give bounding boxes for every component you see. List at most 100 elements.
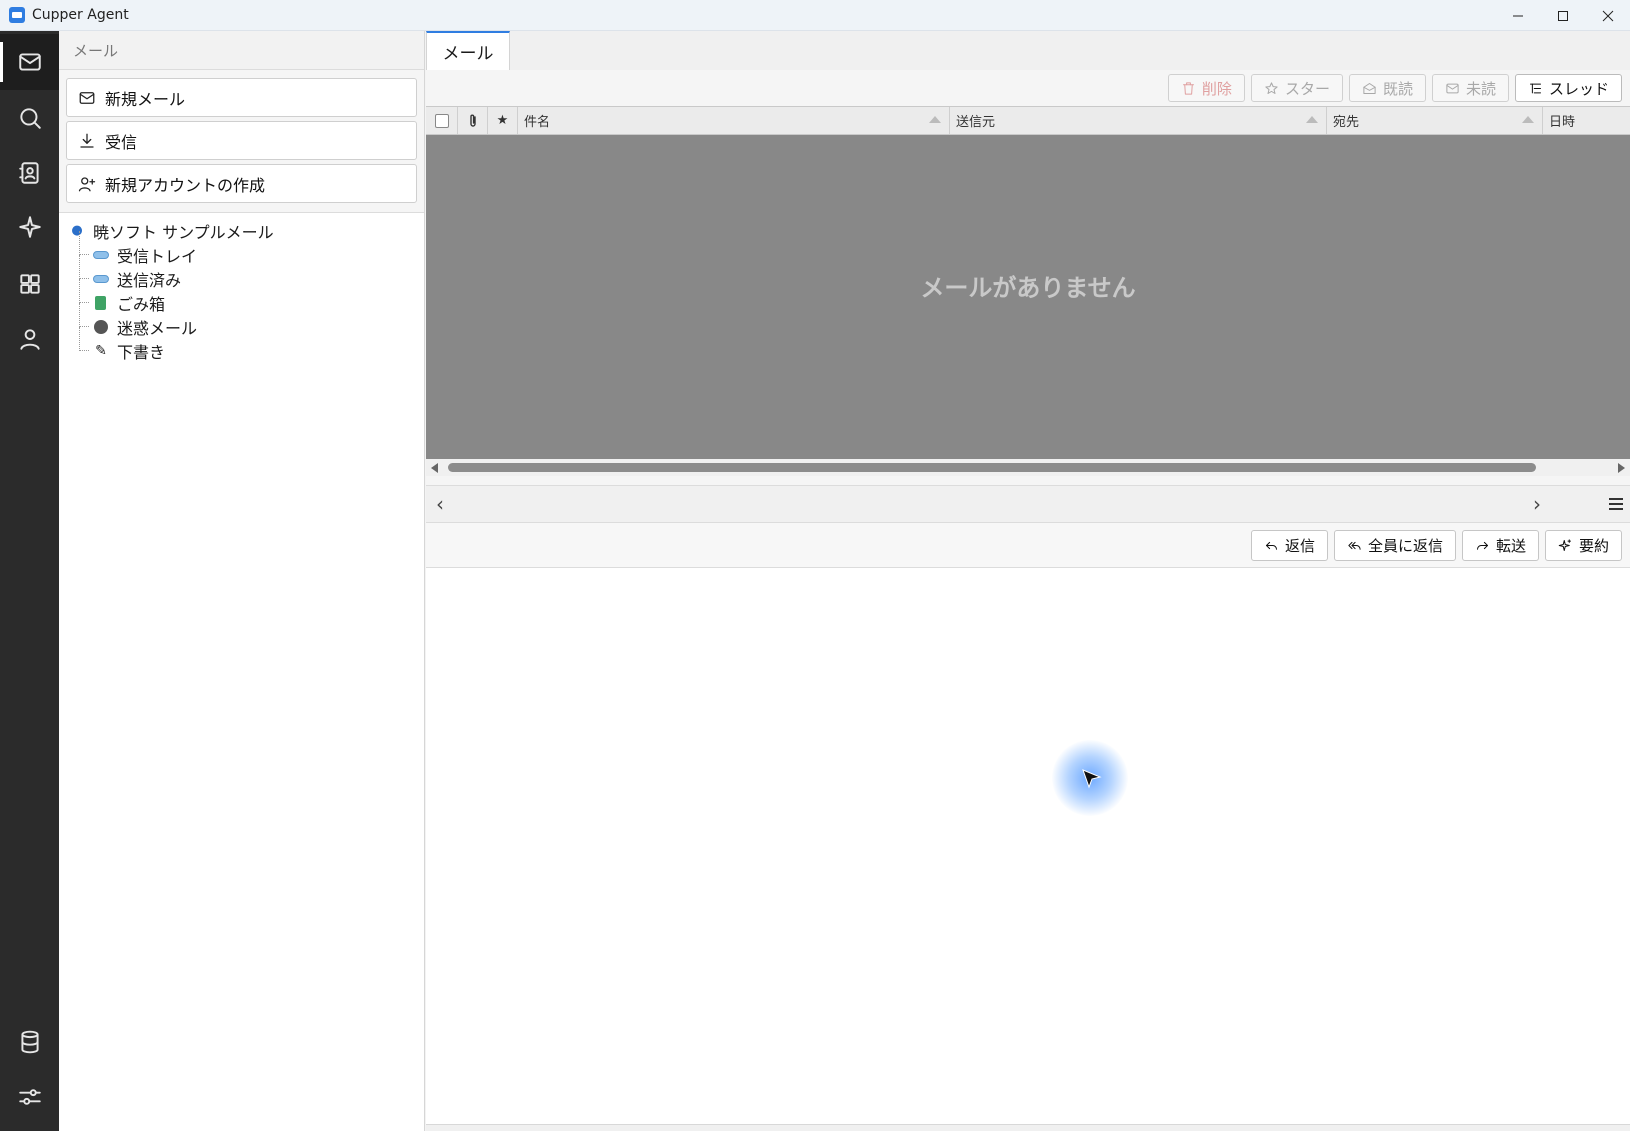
delete-button[interactable]: 削除 <box>1167 74 1245 102</box>
mouse-cursor-icon <box>1082 769 1102 789</box>
folder-inbox[interactable]: 受信トレイ <box>79 231 424 267</box>
folder-label: 送信済み <box>117 271 182 290</box>
folder-trash[interactable]: ごみ箱 <box>79 279 424 315</box>
envelope-icon <box>1446 83 1459 93</box>
contacts-icon <box>18 162 39 184</box>
reply-label: 返信 <box>1284 537 1315 555</box>
sidebar-header: メール <box>59 31 424 70</box>
star-column-icon: ★ <box>496 113 509 128</box>
mail-icon <box>79 91 95 104</box>
search-icon <box>19 108 41 129</box>
column-label: 日時 <box>1549 115 1576 130</box>
sparkle-icon <box>18 216 41 238</box>
thread-icon <box>1529 83 1541 93</box>
maximize-button[interactable] <box>1540 0 1585 31</box>
rail-apps-button[interactable] <box>0 256 59 312</box>
next-message-button[interactable]: › <box>1533 492 1541 516</box>
summarize-button[interactable]: 要約 <box>1544 530 1622 561</box>
new-mail-label: 新規メール <box>105 89 186 109</box>
trash-icon <box>1182 81 1194 95</box>
close-button[interactable] <box>1585 0 1630 31</box>
mark-read-label: 既読 <box>1382 79 1413 98</box>
select-all-column <box>426 107 458 134</box>
horizontal-scrollbar[interactable] <box>426 459 1630 476</box>
folder-label: ごみ箱 <box>117 295 166 314</box>
scrollbar-thumb[interactable] <box>448 463 1536 472</box>
app-logo-icon <box>9 7 25 23</box>
mark-unread-label: 未読 <box>1465 79 1496 98</box>
sort-arrow-icon <box>1522 116 1534 123</box>
column-label: 件名 <box>524 115 551 130</box>
star-button[interactable]: スター <box>1250 74 1343 102</box>
spam-icon <box>94 320 108 334</box>
folder-label: 迷惑メール <box>117 319 198 338</box>
sent-icon <box>93 275 109 283</box>
maximize-icon <box>1557 10 1568 21</box>
scroll-right-icon[interactable] <box>1618 463 1625 473</box>
new-mail-button[interactable]: 新規メール <box>66 78 417 117</box>
activity-rail <box>0 31 59 1131</box>
rail-search-button[interactable] <box>0 90 59 146</box>
star-column[interactable]: ★ <box>488 107 518 134</box>
rail-database-button[interactable] <box>0 1014 59 1070</box>
rail-mail-button[interactable] <box>0 34 59 90</box>
mail-list-header: ★ 件名 送信元 宛先 日時 <box>426 106 1630 135</box>
reply-button[interactable]: 返信 <box>1250 530 1328 561</box>
minimize-button[interactable] <box>1495 0 1540 31</box>
mail-list: ★ 件名 送信元 宛先 日時 メールがありません <box>426 106 1630 496</box>
date-column[interactable]: 日時 <box>1543 107 1630 134</box>
column-label: 宛先 <box>1333 115 1360 130</box>
mail-icon <box>18 53 41 71</box>
mail-toolbar: 削除 スター 既読 未読 スレッド <box>1167 74 1622 102</box>
tab-strip: メール <box>426 31 1630 70</box>
attachment-column[interactable] <box>458 107 488 134</box>
trash-icon <box>95 296 106 310</box>
rail-account-button[interactable] <box>0 311 59 367</box>
star-label: スター <box>1284 79 1330 98</box>
empty-list-message: メールがありません <box>920 273 1136 302</box>
minimize-icon <box>1512 15 1523 16</box>
message-pager: ‹ › <box>426 485 1630 523</box>
delete-label: 削除 <box>1201 79 1232 98</box>
reply-icon <box>1265 541 1277 550</box>
previous-message-button[interactable]: ‹ <box>436 492 444 516</box>
rail-ai-button[interactable] <box>0 199 59 255</box>
receive-label: 受信 <box>105 132 138 152</box>
subject-column[interactable]: 件名 <box>518 107 950 134</box>
mark-unread-button[interactable]: 未読 <box>1431 74 1509 102</box>
thread-button[interactable]: スレッド <box>1514 74 1622 102</box>
folder-label: 受信トレイ <box>117 247 198 266</box>
mark-read-button[interactable]: 既読 <box>1348 74 1426 102</box>
envelope-open-icon <box>1363 82 1376 94</box>
rail-settings-button[interactable] <box>0 1069 59 1125</box>
account-node[interactable]: ● 暁ソフト サンプルメール <box>69 219 424 243</box>
reply-all-button[interactable]: 全員に返信 <box>1333 530 1456 561</box>
forward-button[interactable]: 転送 <box>1461 530 1539 561</box>
sort-arrow-icon <box>929 116 941 123</box>
download-icon <box>80 133 94 148</box>
apps-grid-icon <box>19 274 40 294</box>
hamburger-menu-icon[interactable] <box>1609 498 1623 513</box>
new-account-button[interactable]: 新規アカウントの作成 <box>66 164 417 203</box>
message-preview-pane[interactable] <box>426 568 1630 1124</box>
summarize-label: 要約 <box>1578 537 1609 555</box>
rail-contacts-button[interactable] <box>0 145 59 201</box>
draft-icon: ✎ <box>95 343 107 359</box>
folder-sent[interactable]: 送信済み <box>79 255 424 291</box>
user-icon <box>19 329 40 350</box>
tab-mail[interactable]: メール <box>426 31 510 70</box>
title-bar: Cupper Agent <box>0 0 1630 31</box>
select-all-checkbox[interactable] <box>434 113 449 128</box>
to-column[interactable]: 宛先 <box>1327 107 1543 134</box>
scroll-left-icon[interactable] <box>431 463 438 473</box>
message-action-bar: 返信 全員に返信 転送 要約 <box>426 523 1630 568</box>
from-column[interactable]: 送信元 <box>950 107 1327 134</box>
settings-sliders-icon <box>18 1089 41 1105</box>
folder-drafts[interactable]: ✎ 下書き <box>79 327 424 363</box>
receive-button[interactable]: 受信 <box>66 121 417 160</box>
folder-spam[interactable]: 迷惑メール <box>79 303 424 339</box>
paperclip-icon <box>469 114 476 127</box>
forward-label: 転送 <box>1495 537 1526 555</box>
account-name: 暁ソフト サンプルメール <box>93 223 274 242</box>
folder-tree: ● 暁ソフト サンプルメール 受信トレイ 送信済み ごみ箱 迷惑メール ✎ 下書… <box>59 213 424 363</box>
